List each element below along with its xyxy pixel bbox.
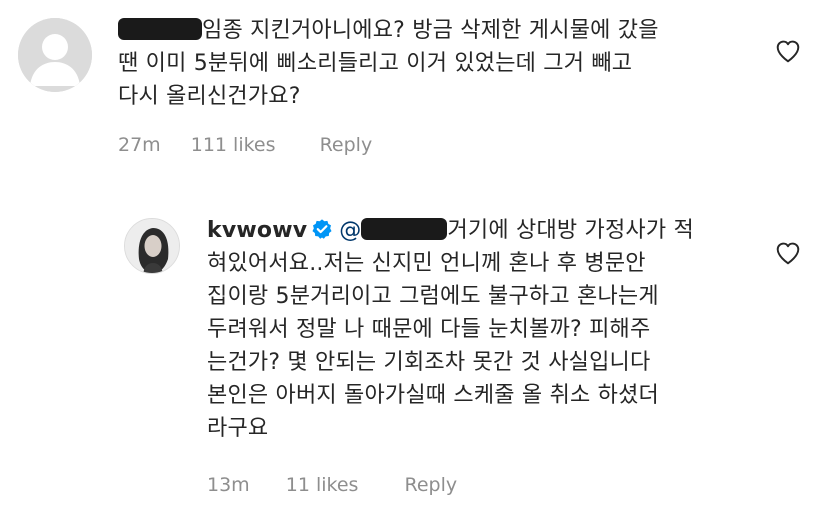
kvwowv-avatar[interactable] bbox=[124, 218, 180, 274]
comment-meta: 27m 111 likes Reply bbox=[118, 134, 372, 156]
comment-line-1: 임종 지킨거아니에요? 방금 삭제한 게시물에 갔을 bbox=[118, 14, 659, 47]
comment-likes[interactable]: 111 likes bbox=[191, 134, 276, 156]
commenter-avatar[interactable] bbox=[18, 18, 92, 92]
comment-time: 27m bbox=[118, 134, 161, 156]
redacted-username bbox=[118, 18, 202, 40]
reply-line-2: 혀있어서요..저는 신지민 언니께 혼나 후 병문안 bbox=[207, 251, 646, 276]
profile-photo-icon bbox=[125, 219, 179, 273]
reply-line-6: 본인은 아버지 돌아가실때 스케줄 올 취소 하셨더 bbox=[207, 383, 659, 408]
reply-button[interactable]: Reply bbox=[404, 474, 457, 496]
reply-likes[interactable]: 11 likes bbox=[286, 474, 359, 496]
reply-line-3: 집이랑 5분거리이고 그럼에도 불구하고 혼나는게 bbox=[207, 284, 659, 309]
reply-button[interactable]: Reply bbox=[320, 134, 373, 156]
comment-text: 임종 지킨거아니에요? 방금 삭제한 게시물에 갔을 땐 이미 5분뒤에 삐소리… bbox=[118, 14, 659, 113]
reply-text: kvwowv @ 거기에 상대방 가정사가 적 혀있어서요..저는 신지민 언니께… bbox=[207, 214, 694, 445]
redacted-mention bbox=[361, 218, 448, 240]
default-avatar-icon bbox=[18, 18, 92, 92]
reply-time: 13m bbox=[207, 474, 250, 496]
reply-line-5: 는건가? 몇 안되는 기회조차 못간 것 사실입니다 bbox=[207, 350, 651, 375]
reply-meta: 13m 11 likes Reply bbox=[207, 474, 457, 496]
mention-link[interactable]: @ bbox=[339, 218, 448, 243]
reply-line-7: 라구요 bbox=[207, 416, 269, 441]
comment-2-reply: kvwowv @ 거기에 상대방 가정사가 적 혀있어서요..저는 신지민 언니께… bbox=[0, 180, 816, 505]
reply-username[interactable]: kvwowv bbox=[207, 218, 307, 243]
heart-outline-icon[interactable] bbox=[775, 39, 801, 63]
verified-badge-icon bbox=[312, 219, 332, 239]
comment-line-3: 다시 올리신건가요? bbox=[118, 84, 301, 109]
comment-1: 임종 지킨거아니에요? 방금 삭제한 게시물에 갔을 땐 이미 5분뒤에 삐소리… bbox=[0, 0, 816, 170]
heart-outline-icon[interactable] bbox=[775, 241, 801, 265]
comment-line-2: 땐 이미 5분뒤에 삐소리들리고 이거 있었는데 그거 빼고 bbox=[118, 51, 633, 76]
reply-line-1: kvwowv @ 거기에 상대방 가정사가 적 bbox=[207, 218, 694, 243]
reply-line-4: 두려워서 정말 나 때문에 다들 눈치볼까? 피해주 bbox=[207, 317, 651, 342]
